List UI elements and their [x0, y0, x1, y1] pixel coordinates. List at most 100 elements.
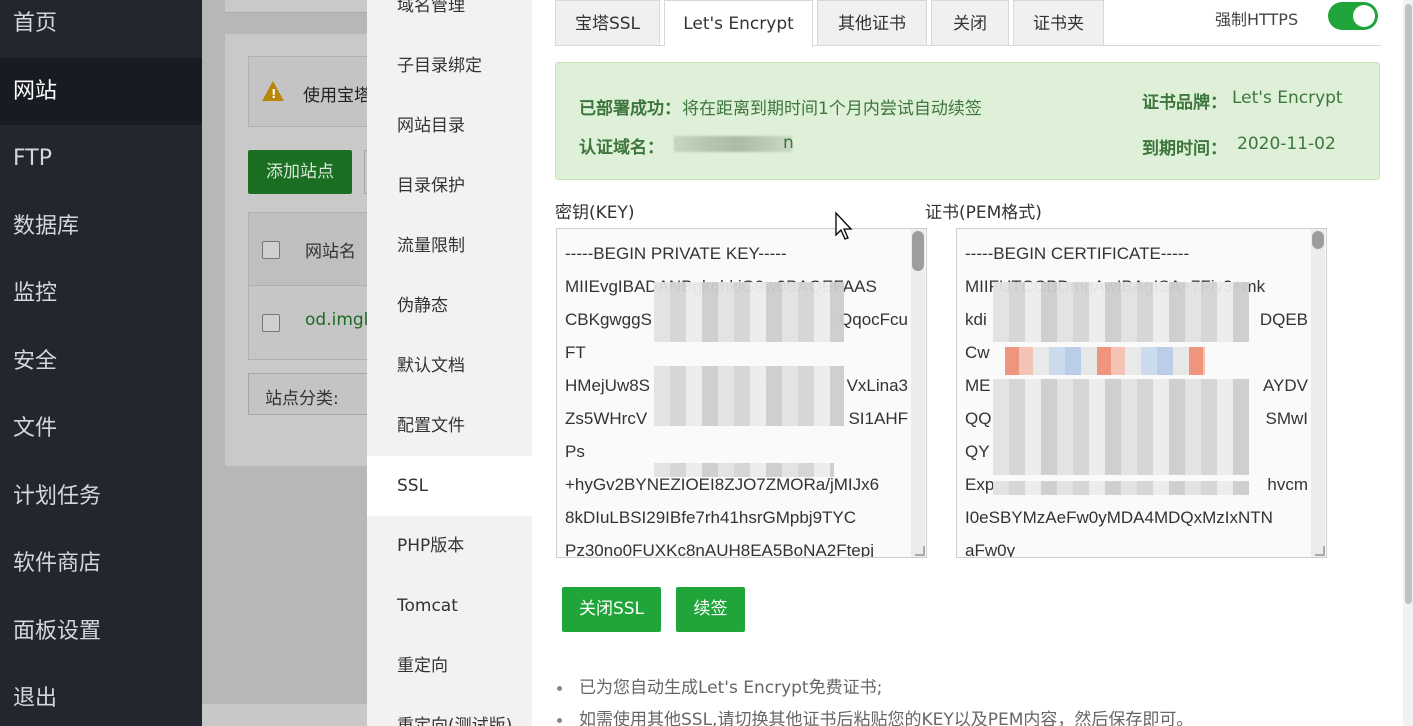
cert-redaction-mosaic	[993, 282, 1249, 342]
settings-menu-item[interactable]: Tomcat	[367, 576, 532, 636]
deployed-label: 已部署成功：	[579, 99, 681, 119]
settings-menu-item[interactable]: 流量限制	[367, 216, 532, 276]
domain-value-redacted	[674, 136, 792, 152]
table-row[interactable]: od.imgl	[248, 286, 378, 360]
cert-redaction-mosaic	[993, 379, 1249, 475]
main-sidebar: 首页 网站 FTP 数据库 监控 安全 文件 计划任务 软件商店 面板设置 退出	[0, 0, 202, 726]
key-resize-handle[interactable]	[915, 546, 925, 556]
force-https-toggle[interactable]	[1328, 2, 1378, 30]
settings-menu-item[interactable]: 目录保护	[367, 156, 532, 216]
text-line: Zs5WHrcV	[565, 409, 648, 428]
settings-menu-item[interactable]: 重定向	[367, 636, 532, 696]
settings-menu-item[interactable]: 默认文档	[367, 336, 532, 396]
text-line-tail: SMwI	[1265, 409, 1309, 428]
select-all-checkbox[interactable]	[262, 241, 280, 259]
settings-menu-item[interactable]: 重定向(测试版)	[367, 696, 532, 726]
text-line: QY	[965, 442, 990, 461]
settings-menu-item[interactable]: PHP版本	[367, 516, 532, 576]
text-line: aFw0y	[965, 541, 1016, 558]
cert-resize-handle[interactable]	[1315, 546, 1325, 556]
page-scrollbar[interactable]	[1403, 0, 1413, 726]
cert-scrollbar[interactable]	[1311, 229, 1325, 557]
key-redaction-mosaic	[654, 463, 834, 477]
settings-menu-item[interactable]: 配置文件	[367, 396, 532, 456]
site-link[interactable]: od.imgl	[305, 310, 368, 330]
ssl-content-panel: 宝塔SSL Let's Encrypt 其他证书 关闭 证书夹 强制HTTPS 已部署成…	[532, 0, 1413, 726]
toggle-knob	[1353, 5, 1375, 27]
certificate-textarea[interactable]: -----BEGIN CERTIFICATE-----MIIFUTCCBDmgA…	[956, 228, 1327, 558]
text-line: I0eSBYMzAeFw0yMDA4MDQxMzIxNTN	[965, 508, 1273, 527]
expiry-label: 到期时间：	[1142, 139, 1227, 159]
mouse-cursor-icon	[835, 211, 853, 240]
ssl-tab[interactable]: 宝塔SSL	[555, 0, 660, 46]
text-line: CBKgwggS	[565, 310, 652, 329]
expiry-value: 2020-11-02	[1237, 134, 1336, 154]
nav-item[interactable]: 退出	[0, 665, 202, 726]
text-line: FT	[565, 343, 586, 362]
text-line-tail: AYDV	[1262, 376, 1308, 395]
nav-item[interactable]: 网站	[0, 57, 202, 125]
text-line: HMejUw8S	[565, 376, 651, 395]
key-scrollbar-thumb[interactable]	[912, 231, 924, 271]
settings-menu-item[interactable]: 伪静态	[367, 276, 532, 336]
nav-item[interactable]: 监控	[0, 260, 202, 327]
nav-item[interactable]: 安全	[0, 328, 202, 395]
ssl-status-box: 已部署成功： 将在距离到期时间1个月内尝试自动续签 认证域名： c n 证书品牌…	[555, 62, 1380, 180]
nav-item[interactable]: 软件商店	[0, 530, 202, 597]
cert-scrollbar-thumb[interactable]	[1312, 231, 1324, 249]
key-label: 密钥(KEY)	[555, 203, 635, 223]
text-line-tail: SI1AHF	[848, 409, 908, 428]
nav-item[interactable]: 文件	[0, 395, 202, 462]
cert-label: 证书(PEM格式)	[925, 203, 1042, 223]
ssl-tab[interactable]: 其他证书	[817, 0, 927, 46]
page-scrollbar-thumb[interactable]	[1405, 4, 1412, 604]
brand-value: Let's Encrypt	[1232, 88, 1343, 108]
text-line-tail: VxLina3	[846, 376, 908, 395]
text-line: kdi	[965, 310, 987, 329]
nav-item[interactable]: 数据库	[0, 193, 202, 260]
nav-item[interactable]: 计划任务	[0, 463, 202, 530]
ssl-tab[interactable]: Let's Encrypt	[664, 0, 813, 47]
settings-menu-item[interactable]: SSL	[367, 456, 532, 516]
brand-label: 证书品牌：	[1142, 93, 1227, 113]
text-line: -----BEGIN CERTIFICATE-----	[965, 244, 1190, 263]
text-line: 8kDIuLBSI29IBfe7rh41hsrGMpbj9TYC	[565, 508, 857, 527]
renew-button[interactable]: 续签	[676, 587, 745, 632]
row-checkbox[interactable]	[262, 314, 280, 332]
force-https-label: 强制HTTPS	[1215, 10, 1299, 29]
text-line: QQ	[965, 409, 992, 428]
deployed-text: 将在距离到期时间1个月内尝试自动续签	[682, 99, 982, 119]
text-line: Exp	[965, 475, 995, 494]
nav-item[interactable]: 面板设置	[0, 598, 202, 665]
settings-menu-item[interactable]: 子目录绑定	[367, 36, 532, 96]
ssl-notes: 已为您自动生成Let's Encrypt免费证书; 如需使用其他SSL,请切换其他…	[555, 672, 1375, 726]
settings-menu-item[interactable]: 网站目录	[367, 96, 532, 156]
site-category-label: 站点分类:	[265, 389, 339, 409]
private-key-textarea[interactable]: -----BEGIN PRIVATE KEY-----MIIEvgIBADANB…	[556, 228, 927, 558]
text-line: Cw	[965, 343, 990, 362]
nav-item[interactable]: 首页	[0, 0, 202, 57]
ssl-tab[interactable]: 证书夹	[1013, 0, 1104, 46]
key-scrollbar[interactable]	[911, 229, 925, 557]
site-settings-menu: 域名管理 子目录绑定 网站目录 目录保护 流量限制 伪静态 默认文档 配置文件 SSL PHP版本…	[367, 0, 532, 726]
text-line-tail: DQEB	[1259, 310, 1308, 329]
text-line: +hyGv2BYNEZIOEI8ZJO7ZMORa/jMIJx6	[565, 475, 880, 494]
text-line-tail: hvcm	[1267, 475, 1308, 494]
cert-redaction-mosaic	[993, 481, 1249, 495]
settings-menu-item[interactable]: 域名管理	[367, 0, 532, 36]
note-item: 已为您自动生成Let's Encrypt免费证书;	[555, 672, 1375, 704]
domain-value-end: n	[783, 133, 794, 153]
text-line: Ps	[565, 442, 585, 461]
ssl-tab[interactable]: 关闭	[931, 0, 1009, 46]
background-warning: ! 使用宝塔	[248, 56, 378, 127]
text-line: ME	[965, 376, 991, 395]
cert-redaction-mosaic	[1005, 347, 1205, 375]
note-item: 如需使用其他SSL,请切换其他证书后粘贴您的KEY以及PEM内容，然后保存即可。	[555, 704, 1375, 726]
site-category-filter[interactable]: 站点分类:	[248, 373, 378, 415]
site-table-header: 网站名	[248, 212, 378, 286]
domain-label: 认证域名：	[579, 138, 664, 158]
key-redaction-mosaic	[654, 366, 844, 426]
add-site-button[interactable]: 添加站点	[248, 150, 352, 194]
close-ssl-button[interactable]: 关闭SSL	[562, 587, 661, 632]
nav-item[interactable]: FTP	[0, 125, 202, 192]
